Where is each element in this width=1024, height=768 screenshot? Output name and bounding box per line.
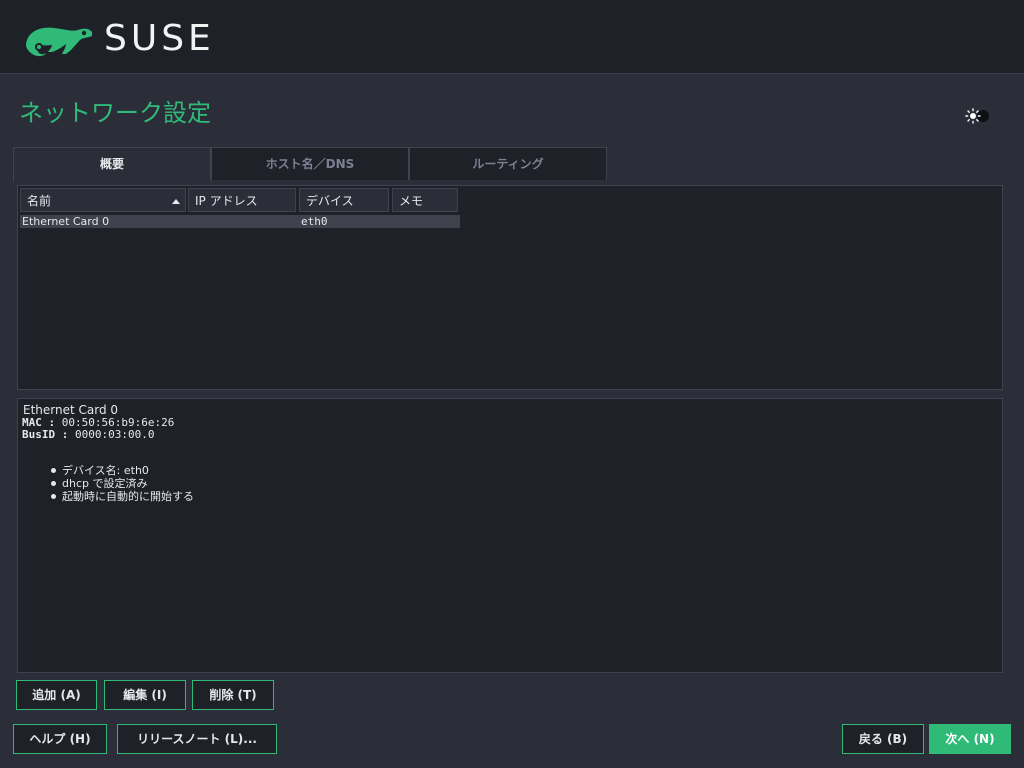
theme-toggle[interactable] [964, 107, 992, 125]
bus-id: BusID : 0000:03:00.0 [22, 429, 154, 441]
table-row[interactable]: Ethernet Card 0 eth0 [20, 215, 460, 228]
device-table: 名前 IP アドレス デバイス メモ Ethernet Card 0 eth0 [17, 185, 1003, 390]
cell-device: eth0 [301, 215, 328, 228]
back-button[interactable]: 戻る (B) [842, 724, 924, 754]
tab-overview[interactable]: 概要 [13, 147, 211, 182]
details-list: デバイス名: eth0 dhcp で設定済み 起動時に自動的に開始する [50, 464, 194, 503]
sun-moon-icon [965, 108, 989, 124]
details-title: Ethernet Card 0 [23, 403, 119, 417]
page-title: ネットワーク設定 [19, 99, 211, 127]
column-header-ip[interactable]: IP アドレス [188, 188, 296, 212]
column-header-label: 名前 [27, 194, 52, 208]
column-header-device[interactable]: デバイス [299, 188, 389, 212]
list-item: dhcp で設定済み [50, 477, 194, 490]
suse-logo: SUSE [22, 18, 232, 60]
column-header-note[interactable]: メモ [392, 188, 458, 212]
chameleon-logo-icon [26, 27, 92, 57]
list-item: デバイス名: eth0 [50, 464, 194, 477]
busid-label: BusID : [22, 428, 69, 441]
tab-routing[interactable]: ルーティング [409, 147, 607, 180]
help-button[interactable]: ヘルプ (H) [13, 724, 107, 754]
device-details: Ethernet Card 0 MAC : 00:50:56:b9:6e:26 … [17, 398, 1003, 673]
brand-name: SUSE [104, 18, 215, 59]
column-header-name[interactable]: 名前 [20, 188, 186, 212]
release-notes-button[interactable]: リリースノート (L)... [117, 724, 277, 754]
sort-ascending-icon [172, 199, 180, 204]
add-button[interactable]: 追加 (A) [16, 680, 97, 710]
installer-window: SUSE ネットワーク設定 概要 ホスト名／DNS ルーティング 名前 IP ア… [0, 0, 1024, 768]
header-bar: SUSE [0, 0, 1024, 74]
next-button[interactable]: 次へ (N) [929, 724, 1011, 754]
tab-hostname-dns[interactable]: ホスト名／DNS [211, 147, 409, 180]
delete-button[interactable]: 削除 (T) [192, 680, 274, 710]
cell-name: Ethernet Card 0 [22, 215, 110, 228]
list-item: 起動時に自動的に開始する [50, 490, 194, 503]
busid-value: 0000:03:00.0 [74, 428, 155, 441]
edit-button[interactable]: 編集 (I) [104, 680, 186, 710]
